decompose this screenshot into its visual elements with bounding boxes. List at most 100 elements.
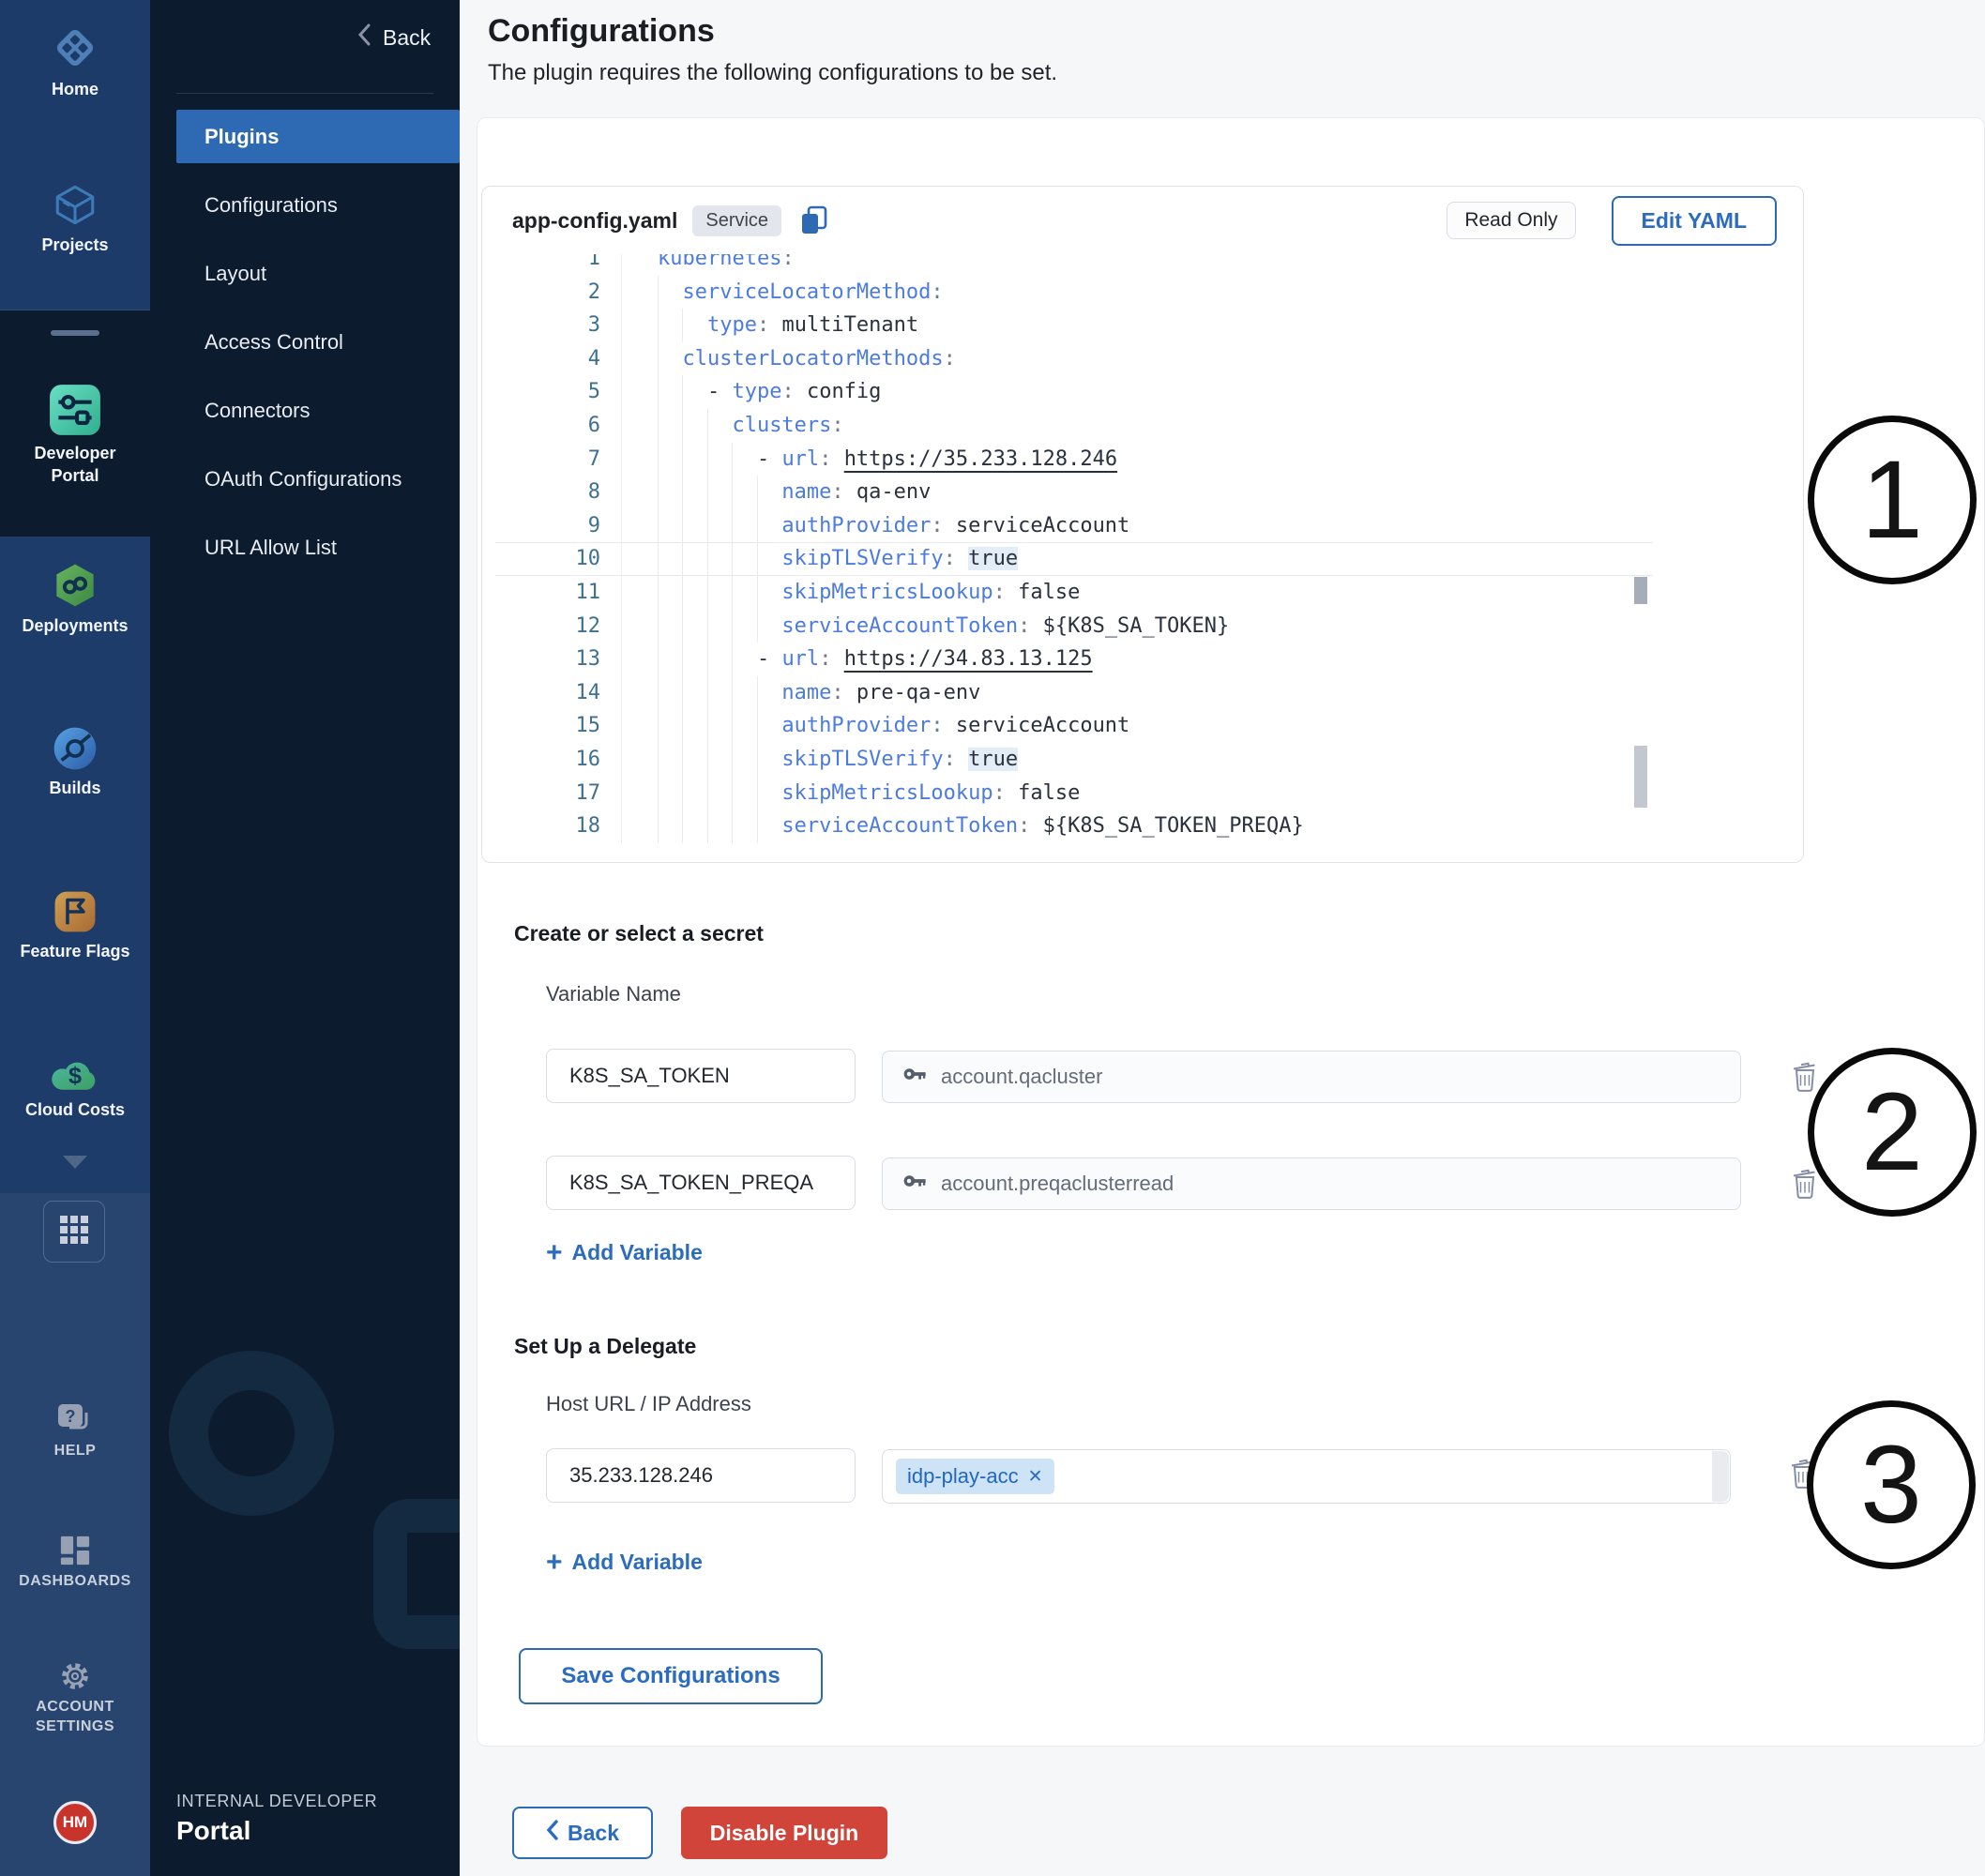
indent-guide — [732, 709, 756, 743]
code-token: : — [831, 681, 843, 704]
code-token: : — [944, 347, 956, 371]
delete-variable-icon[interactable] — [1790, 1058, 1822, 1094]
help-icon: ? — [56, 1402, 94, 1441]
scrollbar-thumb[interactable] — [1634, 746, 1647, 808]
menu-item-label: Configurations — [205, 193, 338, 218]
code-token: pre-qa-env — [844, 681, 981, 704]
module-grid-button[interactable] — [43, 1201, 105, 1263]
code-token: serviceAccount — [944, 714, 1130, 737]
code-token: multiTenant — [769, 313, 918, 337]
code-token: url — [781, 447, 819, 471]
svg-text:$: $ — [68, 1063, 82, 1089]
indent-guide — [658, 309, 682, 342]
indent-guide — [732, 777, 756, 810]
indent-guide — [658, 777, 682, 810]
menu-item-url-allow-list[interactable]: URL Allow List — [176, 521, 460, 574]
indent-guide — [732, 476, 756, 509]
decorative-ring — [169, 1351, 334, 1516]
line-number: 5 — [495, 375, 622, 409]
delegate-tag-chip[interactable]: idp-play-acc ✕ — [896, 1459, 1054, 1494]
add-variable-button-delegate[interactable]: + Add Variable — [546, 1550, 703, 1575]
secret-reference-field[interactable]: account.preqaclusterread — [882, 1157, 1741, 1210]
variable-name-input[interactable]: K8S_SA_TOKEN — [546, 1049, 856, 1103]
code-token: type — [732, 380, 781, 403]
annotation-circle-2: 2 — [1808, 1048, 1977, 1217]
code-line: 18 serviceAccountToken: ${K8S_SA_TOKEN_P… — [495, 809, 1653, 843]
sidebar-item-projects[interactable]: Projects — [0, 180, 150, 256]
menu-item-layout[interactable]: Layout — [176, 247, 460, 300]
sidebar-item-home[interactable]: Home — [0, 23, 150, 100]
footer-back-button[interactable]: Back — [512, 1807, 653, 1859]
code-line: 7 - url: https://35.233.128.246 — [495, 443, 1653, 477]
code-token: - — [707, 380, 733, 403]
sidebar-item-deployments[interactable]: Deployments — [0, 561, 150, 637]
delegate-selector-field[interactable]: idp-play-acc ✕ — [882, 1449, 1731, 1504]
menu-item-oauth-configurations[interactable]: OAuth Configurations — [176, 452, 460, 506]
sidebar-item-cloud-costs[interactable]: $ Cloud Costs — [0, 1052, 150, 1121]
sidebar-item-help[interactable]: ? HELP — [0, 1402, 150, 1460]
chevron-down-icon[interactable] — [63, 1156, 87, 1169]
indent-guide — [757, 676, 781, 710]
indent-guide — [732, 542, 756, 576]
code-token: false — [1006, 581, 1080, 604]
scrollbar-mark[interactable] — [1634, 577, 1647, 604]
sidebar-item-developer-portal[interactable]: DeveloperPortal — [0, 383, 150, 487]
code-line: 16 skipTLSVerify: true — [495, 743, 1653, 777]
host-url-value: 35.233.128.246 — [569, 1463, 713, 1488]
edit-yaml-button[interactable]: Edit YAML — [1612, 196, 1777, 246]
code-token: false — [1006, 781, 1080, 805]
sidebar-item-label: Deployments — [0, 614, 150, 637]
remove-tag-icon[interactable]: ✕ — [1028, 1466, 1043, 1488]
menu-item-configurations[interactable]: Configurations — [176, 178, 460, 232]
add-variable-button-secret[interactable]: + Add Variable — [546, 1240, 703, 1265]
secret-reference-field[interactable]: account.qacluster — [882, 1051, 1741, 1103]
avatar[interactable]: HM — [53, 1801, 97, 1844]
cloud-costs-icon: $ — [49, 1052, 101, 1098]
secret-reference-value: account.qacluster — [941, 1065, 1102, 1089]
sidebar-item-account-settings[interactable]: ACCOUNTSETTINGS — [0, 1660, 150, 1736]
variable-name-input[interactable]: K8S_SA_TOKEN_PREQA — [546, 1156, 856, 1210]
yaml-filename: app-config.yaml — [512, 208, 677, 234]
indent-guide — [757, 610, 781, 643]
code-token: : — [781, 380, 794, 403]
code-line: 5 - type: config — [495, 375, 1653, 409]
indent-guide — [682, 610, 706, 643]
menu-item-label: Connectors — [205, 399, 311, 423]
indent-guide — [732, 509, 756, 543]
line-number: 16 — [495, 743, 622, 777]
save-configurations-button[interactable]: Save Configurations — [519, 1648, 823, 1704]
code-token: : — [757, 313, 769, 337]
host-url-input[interactable]: 35.233.128.246 — [546, 1448, 856, 1503]
sidebar-item-builds[interactable]: Builds — [0, 725, 150, 799]
deployments-icon — [52, 561, 98, 614]
secondary-sidebar: Back Plugins Configurations Layout Acces… — [150, 0, 460, 1876]
portal-eyebrow: INTERNAL DEVELOPER — [176, 1792, 377, 1811]
disable-plugin-button[interactable]: Disable Plugin — [681, 1807, 887, 1859]
back-link[interactable]: Back — [356, 23, 431, 53]
sidebar-item-feature-flags[interactable]: Feature Flags — [0, 888, 150, 962]
page-subtitle: The plugin requires the following config… — [488, 60, 1057, 86]
collapse-handle[interactable] — [51, 330, 99, 336]
code-token: serviceAccountToken — [781, 814, 1018, 838]
feature-flags-icon — [52, 888, 98, 940]
sidebar-item-dashboards[interactable]: DASHBOARDS — [0, 1535, 150, 1591]
line-number: 13 — [495, 643, 622, 676]
menu-item-connectors[interactable]: Connectors — [176, 384, 460, 437]
service-badge: Service — [692, 205, 781, 236]
code-line: 12 serviceAccountToken: ${K8S_SA_TOKEN} — [495, 610, 1653, 643]
menu-item-access-control[interactable]: Access Control — [176, 315, 460, 369]
indent-guide — [658, 643, 682, 676]
menu-item-label: URL Allow List — [205, 536, 337, 560]
code-token: skipMetricsLookup — [781, 781, 992, 805]
copy-icon[interactable] — [798, 204, 830, 236]
indent-guide — [658, 610, 682, 643]
page-title: Configurations — [488, 13, 715, 50]
yaml-code-editor[interactable]: 1 kubernetes: 2 serviceLocatorMethod: 3 … — [495, 254, 1653, 863]
menu-item-plugins[interactable]: Plugins — [176, 110, 460, 163]
line-number: 7 — [495, 443, 622, 477]
code-token: skipTLSVerify — [781, 547, 943, 570]
code-token: skipMetricsLookup — [781, 581, 992, 604]
add-variable-label: Add Variable — [572, 1550, 703, 1575]
code-token: : — [819, 447, 831, 471]
indent-guide — [682, 476, 706, 509]
